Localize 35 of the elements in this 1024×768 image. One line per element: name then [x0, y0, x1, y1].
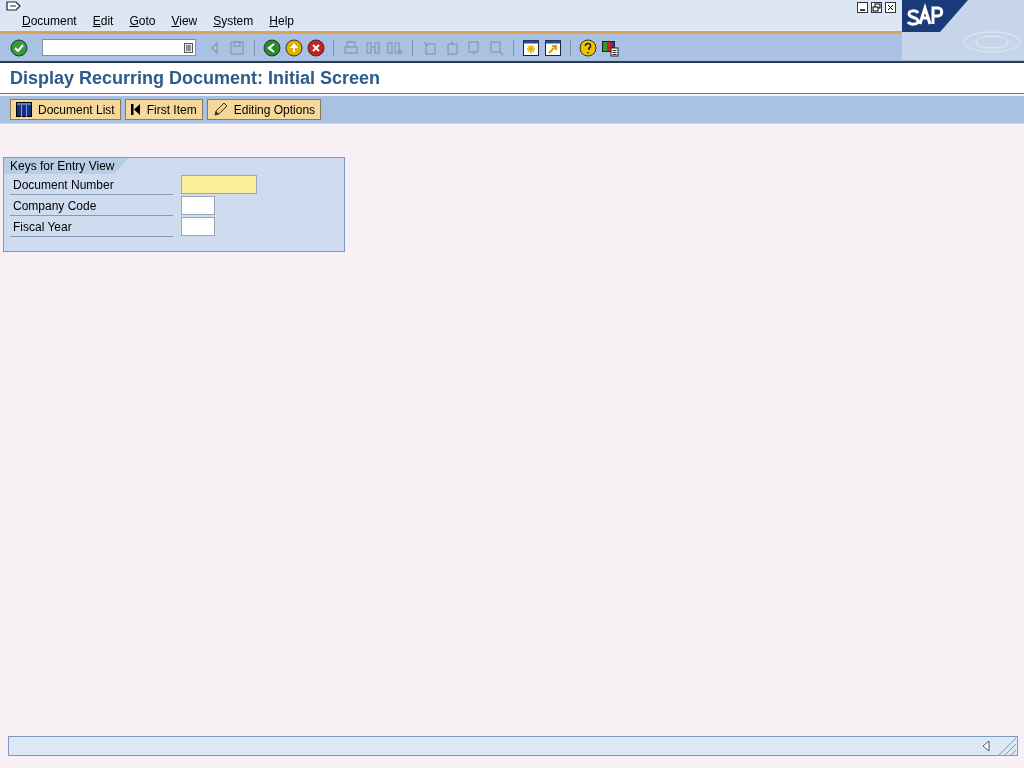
first-item-icon: [130, 104, 141, 115]
command-field[interactable]: [42, 39, 196, 56]
toolbar-button[interactable]: Editing Options: [206, 99, 322, 120]
field-label: Fiscal Year: [10, 216, 173, 237]
toolbar-button[interactable]: Document List: [10, 99, 121, 120]
close-icon[interactable]: [885, 2, 896, 13]
input-field[interactable]: [181, 175, 257, 194]
pencil-icon: [212, 102, 228, 117]
menu-item[interactable]: Document: [14, 14, 85, 31]
restore-icon[interactable]: [871, 2, 882, 13]
system-menu-icon[interactable]: [6, 1, 22, 13]
back-icon[interactable]: [263, 38, 281, 57]
menu-item[interactable]: System: [205, 14, 262, 31]
menu-item[interactable]: Goto: [121, 14, 164, 31]
field-label: Document Number: [10, 174, 173, 195]
columns-icon: [16, 102, 32, 117]
menu-item[interactable]: Help: [261, 14, 302, 31]
cancel-icon[interactable]: [307, 38, 325, 57]
shortcut-icon[interactable]: [544, 38, 562, 57]
triangle-left-icon[interactable]: [981, 740, 991, 752]
list-icon[interactable]: [184, 42, 193, 53]
group-title: Keys for Entry View: [4, 158, 129, 174]
menu-item[interactable]: Edit: [84, 14, 122, 31]
new-window-icon[interactable]: [522, 38, 540, 57]
minimize-icon[interactable]: [857, 2, 868, 13]
resize-grip-icon[interactable]: [997, 736, 1017, 755]
screen-title: Display Recurring Document: Initial Screen: [0, 63, 1024, 94]
toolbar-button[interactable]: First Item: [124, 99, 203, 120]
menu-item[interactable]: View: [163, 14, 206, 31]
help-icon[interactable]: [579, 38, 597, 57]
layout-icon[interactable]: [601, 38, 619, 57]
input-field[interactable]: [181, 196, 215, 215]
input-field[interactable]: [181, 217, 215, 236]
checkmark-icon[interactable]: [10, 38, 28, 57]
field-label: Company Code: [10, 195, 173, 216]
